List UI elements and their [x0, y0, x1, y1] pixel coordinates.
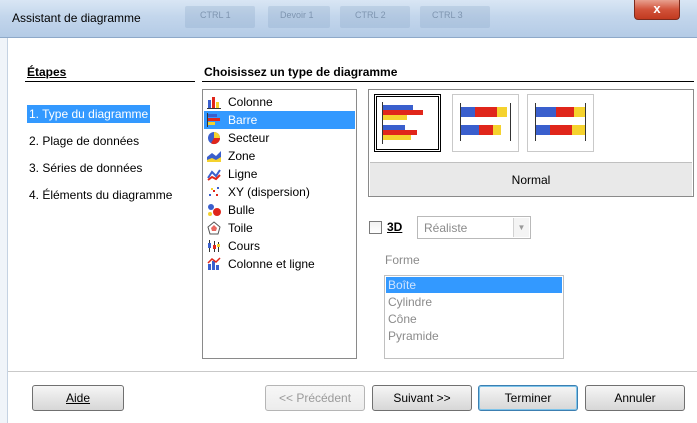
bar-percent-stacked-icon [535, 103, 586, 141]
help-button-label: Aide [65, 391, 91, 405]
section-divider [202, 81, 694, 82]
chevron-down-icon[interactable]: ▼ [513, 218, 529, 237]
step-chart-elements[interactable]: 4. Éléments du diagramme [27, 186, 174, 204]
chart-type-column[interactable]: Colonne [204, 93, 355, 111]
chart-type-bubble[interactable]: Bulle [204, 201, 355, 219]
chart-type-label: Colonne [228, 95, 273, 109]
previous-button-label: << Précédent [278, 391, 352, 405]
3d-checkbox[interactable] [369, 221, 382, 234]
cancel-button-label: Annuler [614, 391, 656, 405]
close-button[interactable]: x [634, 0, 680, 20]
dialog-left-border [0, 38, 8, 423]
next-button-label: Suivant >> [393, 391, 451, 405]
chart-type-label: Barre [228, 113, 258, 127]
cancel-button[interactable]: Annuler [585, 385, 685, 411]
chart-type-label: Toile [228, 221, 253, 235]
section-title: Choisissez un type de diagramme [204, 65, 398, 79]
shape-option-cone[interactable]: Cône [386, 311, 562, 327]
finish-button-label: Terminer [504, 391, 552, 405]
close-icon: x [653, 1, 661, 16]
chart-type-line[interactable]: Ligne [204, 165, 355, 183]
step-data-series[interactable]: 3. Séries de données [27, 159, 144, 177]
chart-type-scatter[interactable]: XY (dispersion) [204, 183, 355, 201]
chart-type-stock[interactable]: Cours [204, 237, 355, 255]
variant-percent-stacked[interactable] [527, 94, 594, 152]
variant-label: Normal [511, 173, 551, 187]
chart-type-net[interactable]: Toile [204, 219, 355, 237]
variant-normal[interactable] [374, 94, 441, 152]
net-chart-icon [207, 221, 221, 235]
shape-label: Forme [385, 253, 420, 267]
step-chart-type[interactable]: 1. Type du diagramme [27, 105, 151, 123]
chart-type-list[interactable]: Colonne Barre Secteur Zone Ligne XY (dis… [202, 89, 357, 359]
chart-type-label: Colonne et ligne [228, 257, 315, 271]
3d-checkbox-label[interactable]: 3D [387, 220, 402, 234]
shape-option-pyramid[interactable]: Pyramide [386, 328, 562, 344]
background-text: Devoir 1 [280, 10, 314, 20]
shape-option-box[interactable]: Boîte [386, 277, 562, 293]
chart-type-pie[interactable]: Secteur [204, 129, 355, 147]
background-text: CTRL 2 [355, 10, 386, 20]
variant-label-area: Normal [370, 162, 692, 196]
scatter-chart-icon [209, 187, 219, 196]
chart-variant-panel: Normal [368, 89, 694, 197]
3d-style-select[interactable]: Réaliste ▼ [417, 216, 531, 239]
previous-button[interactable]: << Précédent [265, 385, 365, 411]
bar-normal-icon [382, 102, 423, 144]
3d-label-text: 3D [387, 220, 403, 234]
chart-type-column-line[interactable]: Colonne et ligne [204, 255, 355, 273]
3d-style-value: Réaliste [424, 221, 468, 235]
pie-chart-icon [208, 132, 220, 145]
steps-title: Étapes [27, 65, 67, 79]
bar-stacked-icon [460, 103, 511, 141]
title-bar: CTRL 1 Devoir 1 CTRL 2 CTRL 3 Assistant … [0, 0, 697, 38]
shape-option-cylinder[interactable]: Cylindre [386, 294, 562, 310]
steps-divider [25, 81, 195, 82]
bottom-divider [8, 371, 697, 372]
background-text: CTRL 3 [432, 10, 463, 20]
column-chart-icon [207, 97, 221, 109]
next-button[interactable]: Suivant >> [372, 385, 472, 411]
chart-type-area[interactable]: Zone [204, 147, 355, 165]
line-chart-icon [207, 169, 221, 181]
background-text: CTRL 1 [200, 10, 231, 20]
shape-list[interactable]: Boîte Cylindre Cône Pyramide [384, 275, 564, 359]
chart-type-label: Zone [228, 149, 256, 163]
chart-type-label: Bulle [228, 203, 255, 217]
chart-type-bar[interactable]: Barre [204, 111, 355, 129]
bar-chart-icon [207, 113, 220, 127]
chart-type-label: Secteur [228, 131, 270, 145]
chart-type-label: XY (dispersion) [228, 185, 310, 199]
area-chart-icon [207, 151, 221, 162]
step-data-range[interactable]: 2. Plage de données [27, 132, 141, 150]
stock-chart-icon [208, 240, 220, 252]
bubble-chart-icon [208, 204, 221, 216]
finish-button[interactable]: Terminer [478, 385, 578, 411]
help-button[interactable]: Aide [32, 385, 124, 411]
column-line-chart-icon [207, 257, 221, 270]
window-title: Assistant de diagramme [12, 11, 141, 25]
chart-type-label: Ligne [228, 167, 258, 181]
chart-type-label: Cours [228, 239, 261, 253]
variant-stacked[interactable] [452, 94, 519, 152]
